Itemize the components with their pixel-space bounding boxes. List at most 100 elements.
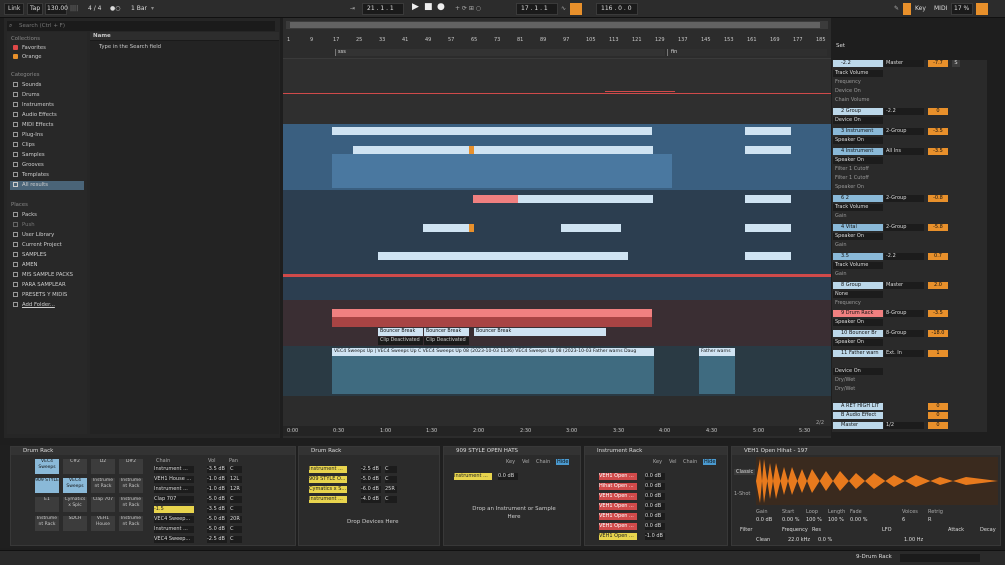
pencil-icon[interactable]: ✎ <box>894 4 899 14</box>
chain-vol[interactable]: 0.0 dB <box>645 473 665 480</box>
track-name[interactable]: 3 Instrument <box>833 128 883 135</box>
clip-father-warns[interactable]: Father warns <box>699 348 735 356</box>
chain-name[interactable]: Instrument ... <box>309 466 347 473</box>
chain-vol[interactable]: 0.0 dB <box>498 473 518 480</box>
category-sounds[interactable]: Sounds <box>13 81 87 90</box>
chain-pan[interactable]: 20R <box>230 516 242 523</box>
input-select[interactable]: Ext. In <box>884 350 924 357</box>
device-title[interactable]: Drum Rack <box>11 447 295 455</box>
clip-bouncer-break[interactable]: Bouncer Break <box>474 328 606 336</box>
output-select[interactable]: Master <box>884 60 924 67</box>
category-grooves[interactable]: Grooves <box>13 161 87 170</box>
play-icon[interactable]: ▶ <box>412 2 419 12</box>
automation-param[interactable]: Track Volume <box>833 204 883 211</box>
track-volume[interactable]: -3.5 <box>928 310 948 317</box>
automation-param[interactable]: Dry/Wet <box>833 386 883 393</box>
chain-name[interactable]: Instrument ... <box>154 486 194 493</box>
track-volume[interactable]: 0 <box>928 403 948 410</box>
instrument-rack-device[interactable]: Instrument Rack Key Vel Chain Hide VEH1 … <box>584 446 728 546</box>
place-presets-y-midis[interactable]: PRESETS Y MIDIS <box>13 291 87 300</box>
clip-block[interactable] <box>561 224 621 232</box>
chain-name[interactable]: Instrument ... <box>154 466 194 473</box>
category-audio-effects[interactable]: Audio Effects <box>13 111 87 120</box>
output-select[interactable]: 8-Group <box>884 310 924 317</box>
track-name[interactable]: -2.2 <box>833 60 883 67</box>
track-volume[interactable]: 0 <box>928 108 948 115</box>
midi-map-label[interactable]: MIDI <box>934 4 947 14</box>
record-arm-icon[interactable] <box>976 3 988 15</box>
drum-pad[interactable]: D#2 <box>119 459 143 474</box>
track-volume[interactable]: -18.0 <box>928 330 948 337</box>
drum-pad[interactable]: Instrume nt Rack <box>91 478 115 493</box>
collection-favorites[interactable]: Favorites <box>13 44 87 53</box>
name-column-header[interactable]: Name <box>90 32 279 41</box>
clip-block[interactable] <box>332 127 652 135</box>
chain-vol[interactable]: -5.0 dB <box>207 526 227 533</box>
clip-bouncer-break[interactable]: Bouncer Break <box>378 328 423 336</box>
chain-vol[interactable]: 0.0 dB <box>645 503 665 510</box>
drum-pad[interactable]: C#2 <box>63 459 87 474</box>
chain-vol[interactable]: 0.0 dB <box>645 483 665 490</box>
add-folder-button[interactable]: Add Folder... <box>13 301 87 310</box>
clip-red-body[interactable] <box>332 317 652 327</box>
clip-deactivated[interactable]: Clip Deactivated <box>424 337 469 345</box>
clip-block[interactable] <box>378 252 628 260</box>
lane-returns[interactable] <box>283 396 831 426</box>
stop-icon[interactable]: ■ <box>424 2 433 12</box>
automation-param[interactable]: Speaker On <box>833 157 883 164</box>
lane-group-2[interactable] <box>283 124 831 190</box>
track-name[interactable]: 8 Group <box>833 282 883 289</box>
chain-vol[interactable]: -6.0 dB <box>361 486 381 493</box>
chain-vol[interactable]: -2.5 dB <box>207 536 227 543</box>
category-templates[interactable]: Templates <box>13 171 87 180</box>
category-midi-effects[interactable]: MIDI Effects <box>13 121 87 130</box>
automation-param[interactable]: Gain <box>833 271 883 278</box>
hats-rack-device[interactable]: 909 STYLE OPEN HATS Key Vel Chain Hide I… <box>443 446 581 546</box>
chain-pan[interactable]: 25R <box>385 486 397 493</box>
automation-param[interactable]: Speaker On <box>833 137 883 144</box>
automation-param[interactable]: None <box>833 291 883 298</box>
automation-param[interactable]: Frequency <box>833 79 883 86</box>
drum-pad[interactable]: VEH1 House <box>91 516 115 531</box>
chain-vol[interactable]: -1.0 dB <box>645 533 665 540</box>
tempo-field[interactable]: 130.00 <box>45 3 68 15</box>
drum-rack-device[interactable]: Drum Rack VEC4 Sweeps C#2 D2 D#2 909 STY… <box>10 446 296 546</box>
drum-rack-device-2[interactable]: Drum Rack Instrument ... -2.5 dB C 909 S… <box>298 446 440 546</box>
output-select[interactable]: 2-Group <box>884 224 924 231</box>
chain-vol[interactable]: 0.0 dB <box>645 523 665 530</box>
overdub-icon[interactable]: ●○ <box>110 4 120 14</box>
output-select[interactable]: 2-Group <box>884 128 924 135</box>
automation-param[interactable]: Device On <box>833 368 883 375</box>
chain-name[interactable]: VEH1 Open ... <box>599 473 637 480</box>
drum-pad[interactable]: E1 <box>35 497 59 512</box>
track-name[interactable]: 4 Vital <box>833 224 883 231</box>
chain-name[interactable]: VEH1 Open ... <box>599 513 637 520</box>
simpler-device[interactable]: VEH1 Open Hihat - 197 Classic 1-Shot Gai… <box>731 446 1001 546</box>
clip-block[interactable] <box>745 146 791 154</box>
chain-name[interactable]: Cymatics x S... <box>309 486 347 493</box>
draw-mode-icon[interactable]: ∿ <box>561 4 566 14</box>
collection-orange[interactable]: Orange <box>13 53 87 62</box>
automation-param[interactable]: Speaker On <box>833 233 883 240</box>
chain-vol[interactable]: -5.0 dB <box>207 516 227 523</box>
track-volume[interactable]: -7.7 <box>928 60 948 67</box>
metronome-bars-icon[interactable]: |||| <box>70 4 78 14</box>
device-title[interactable]: VEH1 Open Hihat - 197 <box>732 447 1000 455</box>
drum-pad[interactable]: VEC4 Sweeps <box>35 459 59 474</box>
device-title[interactable]: 909 STYLE OPEN HATS <box>444 447 580 455</box>
lane-drum-rack[interactable]: Bouncer Break Bouncer Break Bouncer Brea… <box>283 300 831 346</box>
automation-param[interactable]: Gain <box>833 213 883 220</box>
chain-name[interactable]: VEH1 Open ... <box>599 503 637 510</box>
chain-pan[interactable]: C <box>385 496 397 503</box>
solo-button[interactable]: S <box>952 60 960 67</box>
chain-name[interactable]: VEC4 Sweep... <box>154 516 194 523</box>
time-signature[interactable]: 4 / 4 <box>88 4 101 14</box>
overdub-plus-icon[interactable]: + ⟳ ⊞ ○ <box>455 4 481 14</box>
automation-param[interactable]: Chain Volume <box>833 97 883 104</box>
place-push[interactable]: Push <box>13 221 87 230</box>
chain-name[interactable]: VEH1 Open ... <box>599 523 637 530</box>
chain-pan[interactable]: C <box>230 526 242 533</box>
drum-pad[interactable]: Instrume nt Rack <box>119 516 143 531</box>
track-volume[interactable]: 0.7 <box>928 253 948 260</box>
track-name[interactable]: 6 2 <box>833 195 883 202</box>
